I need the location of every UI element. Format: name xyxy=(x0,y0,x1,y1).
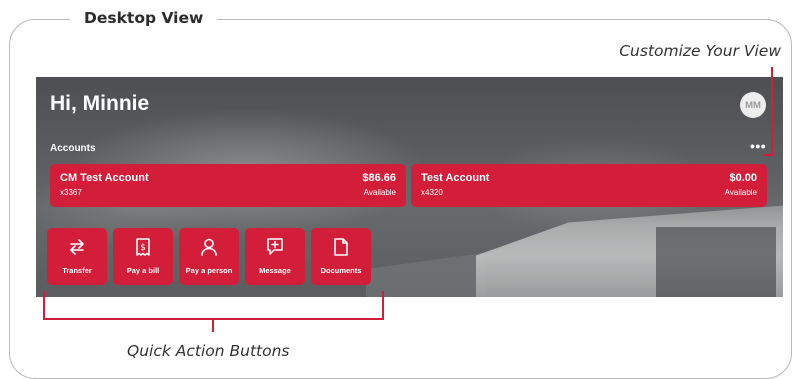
dashboard-screen: Hi, Minnie MM Accounts ••• CM Test Accou… xyxy=(36,77,783,297)
greeting-title: Hi, Minnie xyxy=(50,92,150,115)
message-icon xyxy=(267,238,283,255)
background-building xyxy=(656,227,776,297)
background-building xyxy=(366,252,486,297)
quick-action-label: Transfer xyxy=(62,266,92,275)
bill-icon: $ xyxy=(136,238,150,256)
account-card[interactable]: Test Account x4320 $0.00 Available xyxy=(411,164,767,207)
pay-a-person-button[interactable]: Pay a person xyxy=(179,228,239,285)
message-button[interactable]: Message xyxy=(245,228,305,285)
document-icon xyxy=(334,238,348,256)
balance-label: Available xyxy=(363,188,396,197)
customize-callout-label: Customize Your View xyxy=(619,42,781,60)
customize-callout-line xyxy=(763,154,773,156)
quick-action-label: Message xyxy=(259,266,291,275)
documents-button[interactable]: Documents xyxy=(311,228,371,285)
frame-title: Desktop View xyxy=(70,6,218,30)
quick-action-label: Pay a bill xyxy=(126,266,160,275)
account-balance: $86.66 xyxy=(362,172,396,184)
account-balance: $0.00 xyxy=(729,172,757,184)
pay-a-bill-button[interactable]: $ Pay a bill xyxy=(113,228,173,285)
quick-actions-bracket xyxy=(212,318,214,332)
balance-label: Available xyxy=(724,188,757,197)
more-options-icon[interactable]: ••• xyxy=(750,137,766,155)
quick-actions-bracket xyxy=(382,291,384,320)
person-icon xyxy=(201,238,217,256)
account-name: CM Test Account xyxy=(60,172,149,184)
quick-actions-bracket xyxy=(43,291,45,320)
avatar[interactable]: MM xyxy=(740,92,766,118)
accounts-heading: Accounts xyxy=(50,143,96,154)
transfer-button[interactable]: Transfer xyxy=(47,228,107,285)
customize-callout-line xyxy=(771,67,773,154)
account-name: Test Account xyxy=(421,172,490,184)
account-number: x4320 xyxy=(421,188,443,197)
transfer-icon xyxy=(70,239,84,255)
quick-action-label: Pay a person xyxy=(185,266,233,275)
account-number: x3367 xyxy=(60,188,82,197)
quick-actions-callout-label: Quick Action Buttons xyxy=(127,342,290,360)
svg-text:$: $ xyxy=(140,243,146,253)
quick-action-label: Documents xyxy=(320,266,362,275)
account-card[interactable]: CM Test Account x3367 $86.66 Available xyxy=(50,164,406,207)
